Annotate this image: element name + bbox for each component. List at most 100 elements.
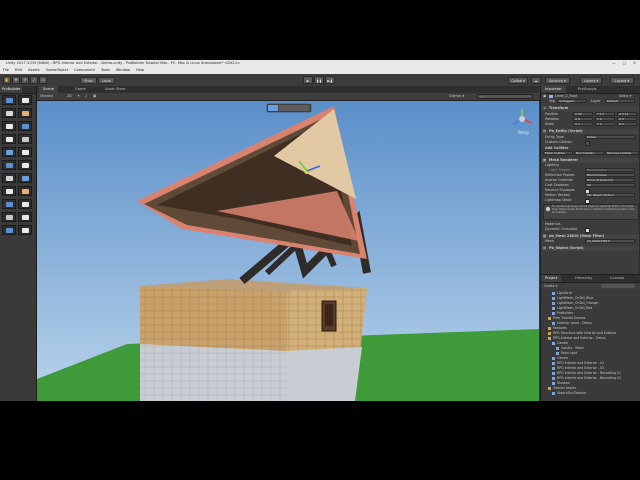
tab-inspector[interactable]: Inspector (541, 86, 566, 93)
lighting-toggle-icon[interactable]: ☀ (77, 93, 80, 100)
tab-game[interactable]: Game (71, 86, 90, 93)
layer-dropdown[interactable]: Default (605, 99, 635, 103)
probuilder-tool-icon[interactable] (18, 134, 32, 144)
probuilder-tool-icon[interactable] (2, 95, 16, 105)
probuilder-tool-icon[interactable] (2, 225, 16, 235)
probuilder-tool-icon[interactable] (18, 199, 32, 209)
scale-y-field[interactable]: Y 1 (595, 122, 615, 126)
tab-hierarchy[interactable]: Hierarchy (571, 275, 596, 282)
hand-tool-icon[interactable]: ✋ (3, 76, 11, 84)
probuilder-tool-icon[interactable] (2, 199, 16, 209)
probuilder-tool-icon[interactable] (18, 225, 32, 235)
tab-scene[interactable]: Scene (39, 86, 58, 93)
project-list-item[interactable]: SketchGridTexture (541, 391, 640, 396)
tag-dropdown[interactable]: Untagged (557, 99, 587, 103)
rotation-z-field[interactable]: Z 0 (617, 117, 637, 121)
light-probes-dropdown[interactable]: Blend Probes (585, 168, 635, 172)
reflection-probes-dropdown[interactable]: Blend Probes (585, 173, 635, 177)
pivot-toggle[interactable]: Pivot (80, 77, 97, 84)
cast-shadows-dropdown[interactable]: On (585, 183, 635, 187)
minimize-button[interactable]: — (612, 60, 616, 67)
tab-project[interactable]: Project (541, 275, 562, 282)
create-dropdown[interactable]: Create ▾ (544, 283, 557, 289)
probuilder-tool-icon[interactable] (18, 147, 32, 157)
audio-toggle-icon[interactable]: ♪ (85, 93, 87, 100)
cloud-icon[interactable]: ☁ (531, 77, 541, 84)
motion-vectors-dropdown[interactable]: Per Object Motion (585, 193, 635, 197)
probuilder-tool-icon[interactable] (2, 212, 16, 222)
position-y-field[interactable]: Y 13 (595, 112, 615, 116)
position-z-field[interactable]: Z 2.11 (617, 112, 637, 116)
move-tool-icon[interactable]: ✥ (12, 76, 20, 84)
probuilder-tool-icon[interactable] (2, 173, 16, 183)
menu-help[interactable]: Help (136, 67, 144, 74)
window-pane (325, 304, 333, 326)
tool-glyph-icon (6, 137, 13, 142)
mesh-field[interactable]: pb_Mesh23610 (585, 239, 635, 243)
transform-header[interactable]: ⇲ Transform (541, 106, 640, 111)
tab-console[interactable]: Console (606, 275, 628, 282)
scene-search-input[interactable] (477, 94, 533, 99)
gizmos-dropdown[interactable]: Gizmos ▾ (449, 93, 464, 100)
scale-label: Scale (545, 122, 555, 126)
step-icon[interactable]: ▶❚ (325, 76, 335, 84)
probuilder-tool-icon[interactable] (2, 147, 16, 157)
2d-toggle[interactable]: 2D (67, 93, 72, 100)
tab-probuilder[interactable]: ProBuilder (0, 86, 23, 93)
rotation-x-field[interactable]: X 0 (573, 117, 593, 121)
probuilder-tool-icon[interactable] (18, 186, 32, 196)
dynamic-occluded-checkbox[interactable] (585, 228, 590, 233)
scale-z-field[interactable]: Z 1 (617, 122, 637, 126)
local-toggle[interactable]: Local (98, 77, 115, 84)
scale-tool-icon[interactable]: ⤢ (30, 76, 38, 84)
active-checkbox[interactable] (549, 95, 553, 98)
rotate-tool-icon[interactable]: ⟳ (21, 76, 29, 84)
probuilder-tool-icon[interactable] (2, 108, 16, 118)
probuilder-selection-strip[interactable] (266, 103, 312, 113)
remove-collider-button[interactable]: Remove Collider (605, 151, 639, 155)
rotation-y-field[interactable]: Y 0 (595, 117, 615, 121)
tab-progroups[interactable]: ProGroups (574, 86, 601, 93)
entity-header[interactable]: ▤ Pb_Entity (Script) (541, 129, 640, 134)
probuilder-tool-icon[interactable] (18, 160, 32, 170)
layout-dropdown[interactable]: Layout ▾ (610, 77, 634, 84)
probuilder-tool-icon[interactable] (18, 212, 32, 222)
probuilder-tool-icon[interactable] (18, 108, 32, 118)
menu-file[interactable]: File (3, 67, 9, 74)
pb-object-header[interactable]: ▤ Pb_Object (Script) (541, 246, 640, 251)
probuilder-tool-icon[interactable] (18, 121, 32, 131)
rect-tool-icon[interactable]: ▭ (39, 76, 47, 84)
probuilder-tool-icon[interactable] (2, 160, 16, 170)
probuilder-tool-icon[interactable] (18, 173, 32, 183)
menu-component[interactable]: Component (74, 67, 95, 74)
entity-type-dropdown[interactable]: Detail (585, 135, 635, 139)
mesh-collider-button[interactable]: Mesh Collider (543, 151, 573, 155)
probuilder-tool-icon[interactable] (2, 134, 16, 144)
effects-toggle-icon[interactable]: ▣ (93, 93, 96, 100)
probuilder-tool-icon[interactable] (2, 121, 16, 131)
shading-mode-dropdown[interactable]: Shaded (40, 93, 53, 100)
scale-x-field[interactable]: X 1 (573, 122, 593, 126)
menu-tools[interactable]: Tools (101, 67, 110, 74)
anchor-override-field[interactable]: None (Transform) (585, 178, 635, 182)
menu-assets[interactable]: Assets (28, 67, 40, 74)
menu-window[interactable]: Window (116, 67, 130, 74)
account-dropdown[interactable]: Account ▾ (545, 77, 570, 84)
layers-dropdown[interactable]: Layers ▾ (580, 77, 602, 84)
project-search-input[interactable] (601, 284, 635, 288)
tab-asset-store[interactable]: Asset Store (101, 86, 129, 93)
pb-object-title: Pb_Object (Script) (549, 246, 584, 250)
maximize-button[interactable]: □ (623, 60, 626, 67)
probuilder-tool-icon[interactable] (18, 95, 32, 105)
scene-viewport[interactable]: Persp (37, 101, 539, 401)
play-icon[interactable]: ▶ (303, 76, 313, 84)
box-collider-button[interactable]: Box Collider (574, 151, 604, 155)
layer-label: Layer (591, 99, 601, 103)
close-button[interactable]: ✕ (633, 60, 636, 67)
probuilder-tool-icon[interactable] (2, 186, 16, 196)
collab-button[interactable]: Collab ▾ (508, 77, 528, 84)
pause-icon[interactable]: ❚❚ (314, 76, 324, 84)
position-x-field[interactable]: X 36 (573, 112, 593, 116)
menu-edit[interactable]: Edit (15, 67, 22, 74)
menu-gameobject[interactable]: GameObject (46, 67, 68, 74)
